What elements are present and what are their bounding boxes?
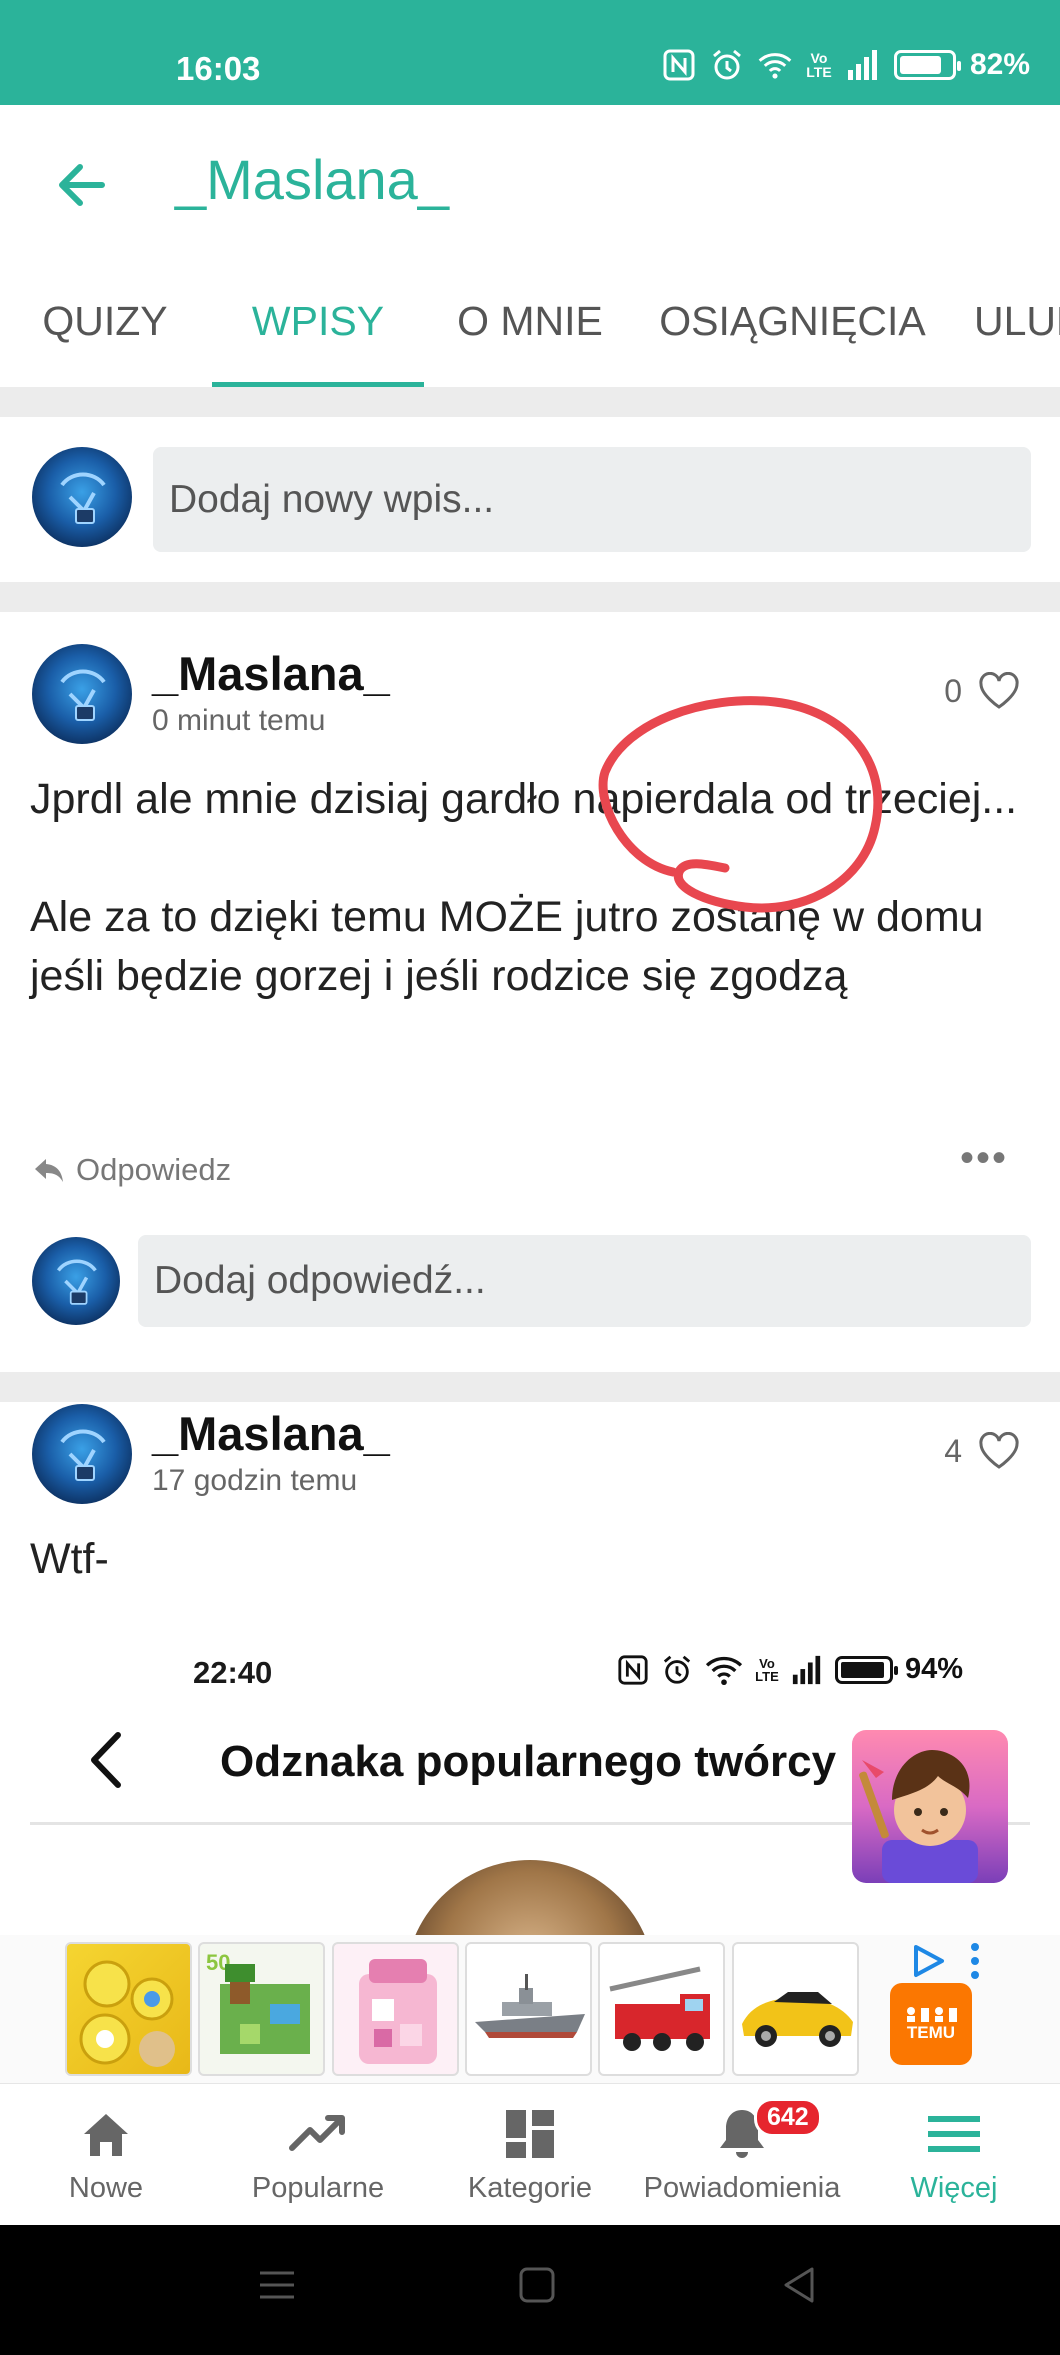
post-body: Wtf- — [30, 1535, 109, 1583]
nav-label: Kategorie — [467, 2172, 593, 2204]
compose-area: Dodaj nowy wpis... — [0, 417, 1060, 582]
menu-icon — [928, 2116, 980, 2152]
tab-ulubione[interactable]: ULUBIONE — [974, 255, 1060, 387]
status-bar: 16:03 Vo LTE 82% — [0, 0, 1060, 105]
ad-product-pink-box[interactable] — [332, 1942, 459, 2076]
trending-icon — [289, 2115, 345, 2151]
system-navigation-bar — [0, 2225, 1060, 2355]
like-count: 0 — [944, 672, 962, 709]
nav-label: Popularne — [251, 2172, 385, 2204]
ad-product-block-garden[interactable]: 50 — [198, 1942, 325, 2076]
home-icon — [84, 2114, 128, 2156]
nav-label: Powiadomienia — [643, 2172, 841, 2204]
notification-badge: 642 — [754, 2098, 822, 2137]
signal-icon — [792, 1655, 821, 1684]
grid-icon — [506, 2110, 554, 2158]
tab-wpisy[interactable]: WPISY — [212, 255, 424, 387]
heart-icon[interactable] — [978, 1432, 1020, 1470]
nav-label: Nowe — [68, 2172, 144, 2204]
nav-kategorie[interactable]: Kategorie — [424, 2084, 636, 2226]
embedded-battery-percent: 94% — [904, 1653, 963, 1685]
nav-label: Więcej — [910, 2172, 998, 2204]
avatar — [32, 1237, 120, 1325]
embedded-status-time: 22:40 — [193, 1655, 273, 1690]
page-title: _Maslana_ — [175, 148, 449, 211]
nav-powiadomienia[interactable]: 642 Powiadomienia — [636, 2084, 848, 2226]
more-options-icon[interactable]: ••• — [960, 1136, 1008, 1181]
ad-product-battleship[interactable] — [465, 1942, 592, 2076]
battery-percent: 82% — [969, 48, 1030, 81]
temu-logo[interactable]: TEMU — [890, 1983, 972, 2065]
volte-icon: Vo LTE — [755, 1655, 779, 1684]
red-circle-annotation — [598, 696, 883, 913]
volte-icon: Vo LTE — [806, 50, 832, 80]
section-divider — [0, 387, 1060, 417]
wifi-icon — [705, 1656, 743, 1685]
avatar[interactable] — [32, 644, 132, 744]
home-button-icon[interactable] — [518, 2265, 556, 2305]
temu-label: TEMU — [906, 2023, 956, 2042]
post-card: _Maslana_ 0 minut temu 0 Jprdl ale mnie … — [0, 612, 1060, 1372]
alarm-icon — [710, 48, 744, 82]
like-count: 4 — [944, 1432, 962, 1469]
tab-osiagniecia[interactable]: OSIĄGNIĘCIA — [650, 255, 935, 387]
reply-label: Odpowiedz — [76, 1152, 232, 1187]
ad-product-race-car[interactable] — [732, 1942, 859, 2076]
ad-product-fire-truck[interactable] — [598, 1942, 725, 2076]
reply-input[interactable]: Dodaj odpowiedź... — [138, 1235, 1031, 1327]
battery-icon — [834, 1655, 898, 1684]
ad-product-toy-balls[interactable] — [65, 1942, 192, 2076]
section-divider — [0, 582, 1060, 612]
nav-wiecej[interactable]: Więcej — [848, 2084, 1060, 2226]
tab-o-mnie[interactable]: O MNIE — [440, 255, 620, 387]
ad-choices-icon[interactable] — [910, 1943, 946, 1979]
nav-popularne[interactable]: Popularne — [212, 2084, 424, 2226]
signal-icon — [846, 48, 880, 82]
post-author[interactable]: _Maslana_ — [152, 1406, 390, 1461]
reply-button[interactable]: Odpowiedz — [32, 1152, 231, 1188]
wifi-icon — [758, 48, 792, 82]
embedded-status-icons: Vo LTE 94% — [617, 1653, 963, 1686]
like-control[interactable]: 0 — [944, 672, 1020, 710]
recent-apps-icon[interactable] — [258, 2265, 296, 2305]
new-post-input[interactable]: Dodaj nowy wpis... — [153, 447, 1031, 552]
tab-quizy[interactable]: QUIZY — [20, 255, 190, 387]
section-divider — [0, 1372, 1060, 1402]
post-time: 0 minut temu — [152, 704, 326, 737]
ad-more-icon[interactable] — [968, 1941, 982, 1981]
status-time: 16:03 — [176, 50, 261, 87]
like-control[interactable]: 4 — [944, 1432, 1020, 1470]
post-author[interactable]: _Maslana_ — [152, 646, 390, 701]
embedded-title: Odznaka popularnego twórcy — [220, 1737, 837, 1786]
reply-icon — [35, 1159, 63, 1182]
back-arrow-icon[interactable] — [52, 155, 112, 215]
bottom-navigation: Nowe Popularne Kategorie 642 Powiadomien… — [0, 2083, 1060, 2225]
bell-icon-wrapper: 642 — [712, 2098, 822, 2164]
status-icons: Vo LTE 82% — [662, 48, 1030, 82]
nav-nowe[interactable]: Nowe — [0, 2084, 212, 2226]
avatar — [32, 447, 132, 547]
battery-icon — [893, 50, 961, 80]
ad-banner[interactable]: 50 TEMU — [0, 1935, 1060, 2083]
nfc-icon — [662, 48, 696, 82]
nfc-icon — [618, 1654, 648, 1685]
post-card: _Maslana_ 17 godzin temu 4 Wtf- — [0, 1402, 1060, 1625]
profile-photo — [405, 1860, 655, 1945]
temu-figures-icon — [907, 2007, 957, 2022]
chevron-left-icon — [91, 1732, 121, 1788]
post-time: 17 godzin temu — [152, 1464, 358, 1497]
profile-tabs: QUIZY WPISY O MNIE OSIĄGNIĘCIA ULUBIONE — [0, 255, 1060, 387]
back-button-icon[interactable] — [780, 2265, 818, 2305]
ad-character-badge[interactable] — [852, 1730, 1008, 1883]
avatar[interactable] — [32, 1404, 132, 1504]
app-bar: _Maslana_ — [0, 105, 1060, 255]
alarm-icon — [663, 1655, 691, 1684]
heart-icon[interactable] — [978, 672, 1020, 710]
